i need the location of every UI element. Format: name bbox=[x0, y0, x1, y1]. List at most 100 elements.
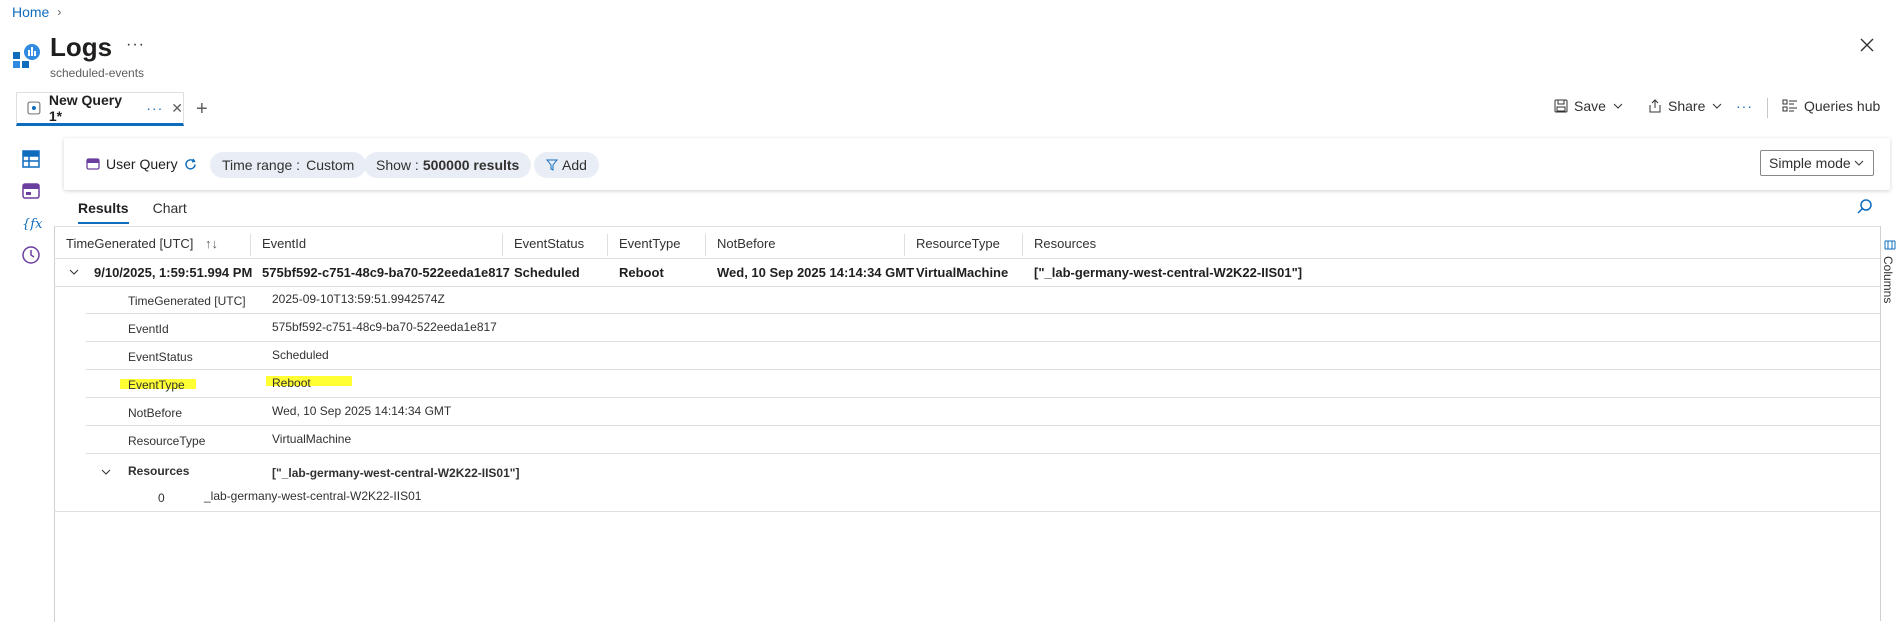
queries-icon[interactable] bbox=[20, 180, 42, 202]
add-tab-button[interactable]: + bbox=[196, 98, 208, 121]
cell-notbefore: Wed, 10 Sep 2025 14:14:34 GMT bbox=[717, 265, 915, 280]
user-query[interactable]: User Query bbox=[86, 156, 197, 172]
search-icon[interactable] bbox=[1856, 198, 1874, 216]
add-filter-button[interactable]: Add bbox=[534, 152, 599, 178]
user-query-label: User Query bbox=[106, 156, 178, 172]
column-header-eventtype[interactable]: EventType bbox=[619, 236, 680, 251]
column-header-eventid[interactable]: EventId bbox=[262, 236, 306, 251]
detail-label: EventStatus bbox=[128, 350, 193, 364]
cell-eventstatus: Scheduled bbox=[514, 265, 580, 280]
row-divider bbox=[54, 286, 1880, 287]
tab-results[interactable]: Results bbox=[78, 200, 129, 224]
svg-text:{fx}: {fx} bbox=[22, 217, 42, 232]
detail-value[interactable]: Reboot bbox=[272, 376, 311, 390]
detail-value[interactable]: 2025-09-10T13:59:51.9942574Z bbox=[272, 292, 445, 306]
results-tabs: Results Chart bbox=[78, 200, 187, 224]
save-label: Save bbox=[1574, 98, 1606, 114]
queries-hub-icon bbox=[1782, 99, 1797, 112]
toolbar-more-button[interactable]: ··· bbox=[1736, 98, 1753, 114]
queries-hub-button[interactable]: Queries hub bbox=[1782, 98, 1880, 114]
save-icon bbox=[1554, 99, 1568, 113]
column-divider bbox=[250, 234, 251, 256]
detail-label: NotBefore bbox=[128, 406, 183, 420]
columns-panel-toggle[interactable]: Columns bbox=[1880, 226, 1898, 621]
history-icon[interactable] bbox=[20, 244, 42, 266]
mode-select-value: Simple mode bbox=[1769, 155, 1851, 171]
columns-label: Columns bbox=[1881, 256, 1895, 304]
detail-label: Resources bbox=[128, 464, 190, 478]
breadcrumb: Home › bbox=[12, 4, 61, 20]
column-header-eventstatus[interactable]: EventStatus bbox=[514, 236, 584, 251]
logs-icon bbox=[13, 44, 40, 68]
filter-icon bbox=[546, 159, 558, 171]
chevron-down-icon bbox=[1613, 103, 1623, 109]
column-header-notbefore[interactable]: NotBefore bbox=[717, 236, 776, 251]
row-divider bbox=[86, 397, 1880, 398]
share-label: Share bbox=[1668, 98, 1706, 114]
detail-label: ResourceType bbox=[128, 434, 206, 448]
query-filter-bar: User Query Time range : Custom Show : 50… bbox=[64, 138, 1890, 190]
chevron-down-icon[interactable] bbox=[100, 466, 112, 478]
show-results-pill[interactable]: Show : 500000 results bbox=[364, 152, 532, 178]
row-divider bbox=[86, 453, 1880, 454]
cell-resources: ["_lab-germany-west-central-W2K22-IIS01"… bbox=[1034, 265, 1303, 280]
detail-value[interactable]: ["_lab-germany-west-central-W2K22-IIS01"… bbox=[272, 466, 519, 480]
chevron-down-icon[interactable] bbox=[68, 266, 80, 278]
add-filter-label: Add bbox=[562, 157, 587, 173]
columns-icon bbox=[1884, 240, 1896, 250]
breadcrumb-home-link[interactable]: Home bbox=[12, 4, 49, 20]
close-icon[interactable] bbox=[1858, 36, 1876, 54]
detail-label: EventId bbox=[128, 322, 169, 336]
breadcrumb-chevron-icon: › bbox=[57, 5, 62, 19]
functions-icon[interactable]: {fx} bbox=[20, 212, 42, 234]
tab-close-button[interactable]: ✕ bbox=[171, 100, 183, 117]
chevron-down-icon bbox=[1854, 160, 1864, 166]
queries-hub-label: Queries hub bbox=[1804, 98, 1881, 114]
toolbar-divider bbox=[1767, 98, 1768, 118]
column-header-resourcetype[interactable]: ResourceType bbox=[916, 236, 1000, 251]
show-label: Show : bbox=[376, 157, 419, 173]
column-header-resources[interactable]: Resources bbox=[1034, 236, 1096, 251]
page-subtitle: scheduled-events bbox=[50, 66, 145, 80]
cell-eventid: 575bf592-c751-48c9-ba70-522eeda1e817 bbox=[262, 265, 510, 280]
detail-value[interactable]: Wed, 10 Sep 2025 14:14:34 GMT bbox=[272, 404, 451, 418]
detail-value[interactable]: Scheduled bbox=[272, 348, 329, 362]
time-range-label: Time range : bbox=[222, 157, 301, 173]
column-header-timegenerated[interactable]: TimeGenerated [UTC] ↑↓ bbox=[66, 236, 218, 251]
detail-value[interactable]: 575bf592-c751-48c9-ba70-522eeda1e817 bbox=[272, 320, 497, 334]
detail-value[interactable]: VirtualMachine bbox=[272, 432, 351, 446]
cell-timegenerated: 9/10/2025, 1:59:51.994 PM bbox=[94, 265, 253, 280]
table-row[interactable]: 9/10/2025, 1:59:51.994 PM 575bf592-c751-… bbox=[54, 259, 1880, 285]
time-range-pill[interactable]: Time range : Custom bbox=[210, 152, 367, 178]
refresh-icon[interactable] bbox=[184, 158, 197, 171]
tab-chart[interactable]: Chart bbox=[153, 200, 187, 224]
column-divider bbox=[607, 234, 608, 256]
row-divider bbox=[86, 369, 1880, 370]
column-divider bbox=[1022, 234, 1023, 256]
tab-label: New Query 1* bbox=[48, 92, 122, 124]
tables-icon[interactable] bbox=[20, 148, 42, 170]
row-divider bbox=[86, 425, 1880, 426]
column-header-label: TimeGenerated [UTC] bbox=[66, 236, 194, 251]
time-range-value: Custom bbox=[306, 157, 355, 173]
save-button[interactable]: Save bbox=[1554, 98, 1624, 114]
tab-more-button[interactable]: ··· bbox=[146, 100, 163, 116]
detail-label: EventType bbox=[128, 378, 185, 392]
column-divider bbox=[705, 234, 706, 256]
share-icon bbox=[1649, 99, 1661, 113]
row-divider bbox=[54, 511, 1880, 512]
column-divider bbox=[502, 234, 503, 256]
sort-icon[interactable]: ↑↓ bbox=[205, 236, 218, 251]
page-title: Logs bbox=[50, 32, 113, 62]
resource-value[interactable]: _lab-germany-west-central-W2K22-IIS01 bbox=[204, 489, 421, 503]
row-divider bbox=[86, 313, 1880, 314]
chevron-down-icon bbox=[1713, 103, 1722, 109]
title-more-button[interactable]: ··· bbox=[126, 36, 145, 54]
show-value: 500000 results bbox=[422, 157, 520, 173]
detail-label: TimeGenerated [UTC] bbox=[128, 294, 246, 308]
user-query-icon bbox=[86, 158, 100, 170]
query-icon bbox=[27, 101, 41, 115]
mode-select[interactable]: Simple mode bbox=[1760, 150, 1874, 176]
share-button[interactable]: Share bbox=[1648, 98, 1723, 114]
tab-new-query[interactable]: New Query 1* ··· ✕ bbox=[16, 92, 184, 126]
